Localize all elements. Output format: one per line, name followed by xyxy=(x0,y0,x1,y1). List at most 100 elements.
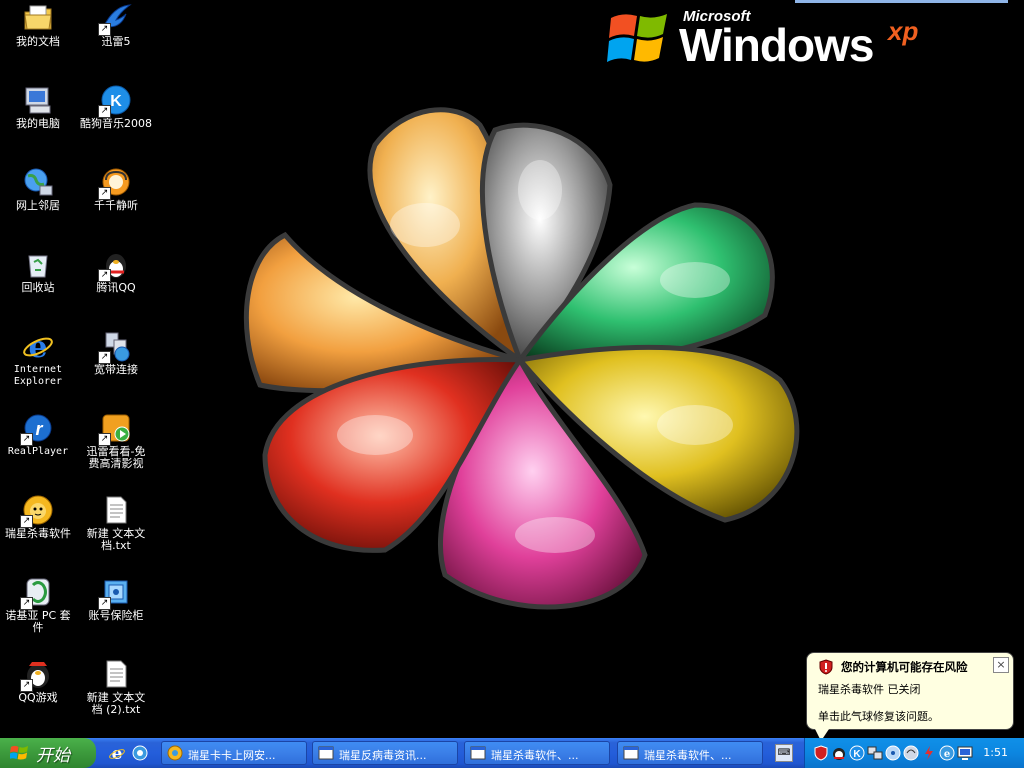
desktop-icon-network[interactable]: 网上邻居 xyxy=(0,166,76,212)
desktop-icon-label: 迅雷看看-免 费高清影视 xyxy=(86,445,146,470)
desktop-icon-qq-game[interactable]: ↗ QQ游戏 xyxy=(0,658,76,704)
balloon-close-button[interactable]: × xyxy=(993,657,1009,673)
security-alert-balloon[interactable]: 您的计算机可能存在风险 × 瑞星杀毒软件 已关闭 单击此气球修复该问题。 xyxy=(806,652,1014,741)
desktop-icon-label: 迅雷5 xyxy=(101,35,131,48)
svg-text:K: K xyxy=(110,93,122,110)
recycle-bin-icon xyxy=(28,255,48,278)
balloon-title: 您的计算机可能存在风险 xyxy=(841,660,968,674)
desktop-icon-label: 千千静听 xyxy=(94,199,138,212)
desktop-icon-label: 腾讯QQ xyxy=(96,281,136,294)
shortcut-arrow-icon: ↗ xyxy=(20,679,33,692)
my-computer-icon xyxy=(25,87,51,114)
desktop-icon-label: 瑞星杀毒软件 xyxy=(5,527,71,540)
taskbar-button-label: 瑞星反病毒资讯... xyxy=(339,749,427,762)
system-tray: K e 1:51 xyxy=(804,738,1024,768)
tray-kugou-icon[interactable]: K xyxy=(849,745,865,761)
tray-ttplayer-icon[interactable] xyxy=(903,745,919,761)
desktop-icon-xunlei-kankan[interactable]: ↗ 迅雷看看-免 费高清影视 xyxy=(78,412,154,470)
system-clock[interactable]: 1:51 xyxy=(983,746,1008,759)
desktop-icon-recycle-bin[interactable]: 回收站 xyxy=(0,248,76,294)
logo-xp-text: xp xyxy=(888,16,919,46)
tray-monitor-icon[interactable] xyxy=(957,745,973,761)
desktop-icon-my-computer[interactable]: 我的电脑 xyxy=(0,84,76,130)
shortcut-arrow-icon: ↗ xyxy=(98,187,111,200)
tray-qq-icon[interactable] xyxy=(831,745,847,761)
desktop-icon-label: 新建 文本文 档 (2).txt xyxy=(86,691,146,716)
desktop-icon-label: Internet Explorer xyxy=(13,364,63,387)
shortcut-arrow-icon: ↗ xyxy=(98,597,111,610)
shortcut-arrow-icon: ↗ xyxy=(98,105,111,118)
desktop-icon-new-text-doc[interactable]: 新建 文本文 档.txt xyxy=(78,494,154,552)
shortcut-arrow-icon: ↗ xyxy=(20,515,33,528)
taskbar-button-label: 瑞星杀毒软件、... xyxy=(491,749,579,762)
tray-disc-icon[interactable] xyxy=(885,745,901,761)
logo-windows-text: Windows xyxy=(679,19,874,71)
desktop-icon-thunder[interactable]: ↗ 迅雷5 xyxy=(78,2,154,48)
browser-window-icon xyxy=(470,746,486,760)
desktop-icon-ttplayer[interactable]: ↗ 千千静听 xyxy=(78,166,154,212)
svg-text:r: r xyxy=(35,419,43,439)
start-button[interactable]: 开始 xyxy=(0,738,96,768)
keyboard-ime-icon[interactable]: ⌨ xyxy=(775,744,793,762)
desktop-icon-label: 我的电脑 xyxy=(16,117,60,130)
taskbar: 开始 e 瑞星卡卡上网安... 瑞星反病毒资讯... 瑞星杀毒软件、... 瑞星… xyxy=(0,738,1024,768)
windows-xp-logo: Microsoft Windows xp xyxy=(605,4,935,74)
balloon-action-text[interactable]: 单击此气球修复该问题。 xyxy=(818,708,939,724)
taskbar-button[interactable]: 瑞星反病毒资讯... xyxy=(312,741,458,765)
desktop-icon-label: QQ游戏 xyxy=(18,691,58,704)
desktop-icon-label: 酷狗音乐2008 xyxy=(80,117,152,130)
my-documents-icon xyxy=(24,5,52,30)
wallpaper-flower xyxy=(243,107,800,610)
taskbar-button[interactable]: 瑞星杀毒软件、... xyxy=(464,741,610,765)
desktop-icon-rising-antivirus[interactable]: ↗ 瑞星杀毒软件 xyxy=(0,494,76,540)
svg-text:K: K xyxy=(853,749,861,760)
shortcut-arrow-icon: ↗ xyxy=(98,269,111,282)
quicklaunch-show-desktop-icon[interactable] xyxy=(131,744,149,762)
desktop-icon-qq[interactable]: ↗ 腾讯QQ xyxy=(78,248,154,294)
rising-kaka-icon xyxy=(167,745,183,761)
browser-window-icon xyxy=(318,746,334,760)
desktop-icon-label: 我的文档 xyxy=(16,35,60,48)
desktop-icon-realplayer[interactable]: r ↗ RealPlayer xyxy=(0,412,76,458)
svg-text:e: e xyxy=(944,749,950,760)
tray-network-icon[interactable] xyxy=(867,745,883,761)
balloon-message: 瑞星杀毒软件 已关闭 xyxy=(818,683,921,696)
desktop-icon-ie[interactable]: e Internet Explorer xyxy=(0,330,76,388)
desktop-icon-nokia-pc-suite[interactable]: ↗ 诺基亚 PC 套 件 xyxy=(0,576,76,634)
taskbar-button-label: 瑞星杀毒软件、... xyxy=(644,749,732,762)
desktop-icon-label: 回收站 xyxy=(21,281,55,294)
shortcut-arrow-icon: ↗ xyxy=(98,433,111,446)
desktop-icon-my-documents[interactable]: 我的文档 xyxy=(0,2,76,48)
shortcut-arrow-icon: ↗ xyxy=(20,433,33,446)
desktop-icon-label: 宽带连接 xyxy=(94,363,138,376)
tray-ie-icon[interactable]: e xyxy=(939,745,955,761)
quicklaunch-ie-icon[interactable]: e xyxy=(108,744,126,762)
taskbar-button-label: 瑞星卡卡上网安... xyxy=(188,749,276,762)
windows-flag-icon xyxy=(10,745,29,760)
desktop-icon-label: 新建 文本文 档.txt xyxy=(86,527,146,552)
tray-thunder-icon[interactable] xyxy=(921,745,937,761)
desktop-icon-broadband[interactable]: ↗ 宽带连接 xyxy=(78,330,154,376)
text-document-icon xyxy=(106,660,127,688)
windows-flag-icon xyxy=(607,14,667,62)
taskbar-button[interactable]: 瑞星杀毒软件、... xyxy=(617,741,763,765)
taskbar-button[interactable]: 瑞星卡卡上网安... xyxy=(161,741,307,765)
security-shield-icon xyxy=(819,659,833,675)
shortcut-arrow-icon: ↗ xyxy=(98,23,111,36)
desktop-icon-kugou[interactable]: K ↗ 酷狗音乐2008 xyxy=(78,84,154,130)
shortcut-arrow-icon: ↗ xyxy=(98,351,111,364)
shortcut-arrow-icon: ↗ xyxy=(20,597,33,610)
desktop-icon-label: RealPlayer xyxy=(7,446,69,457)
network-places-icon xyxy=(24,168,53,196)
internet-explorer-icon: e xyxy=(23,330,53,365)
svg-text:e: e xyxy=(28,330,47,362)
top-strip xyxy=(795,0,1008,3)
text-document-icon xyxy=(106,496,127,524)
tray-rising-shield-icon[interactable] xyxy=(813,745,829,761)
desktop-icon-label: 诺基亚 PC 套 件 xyxy=(5,609,71,634)
desktop-icon-account-safe[interactable]: ↗ 账号保险柜 xyxy=(78,576,154,622)
desktop-icon-new-text-doc-2[interactable]: 新建 文本文 档 (2).txt xyxy=(78,658,154,716)
desktop-icon-label: 账号保险柜 xyxy=(88,609,144,622)
desktop-icon-label: 网上邻居 xyxy=(16,199,60,212)
browser-window-icon xyxy=(623,746,639,760)
